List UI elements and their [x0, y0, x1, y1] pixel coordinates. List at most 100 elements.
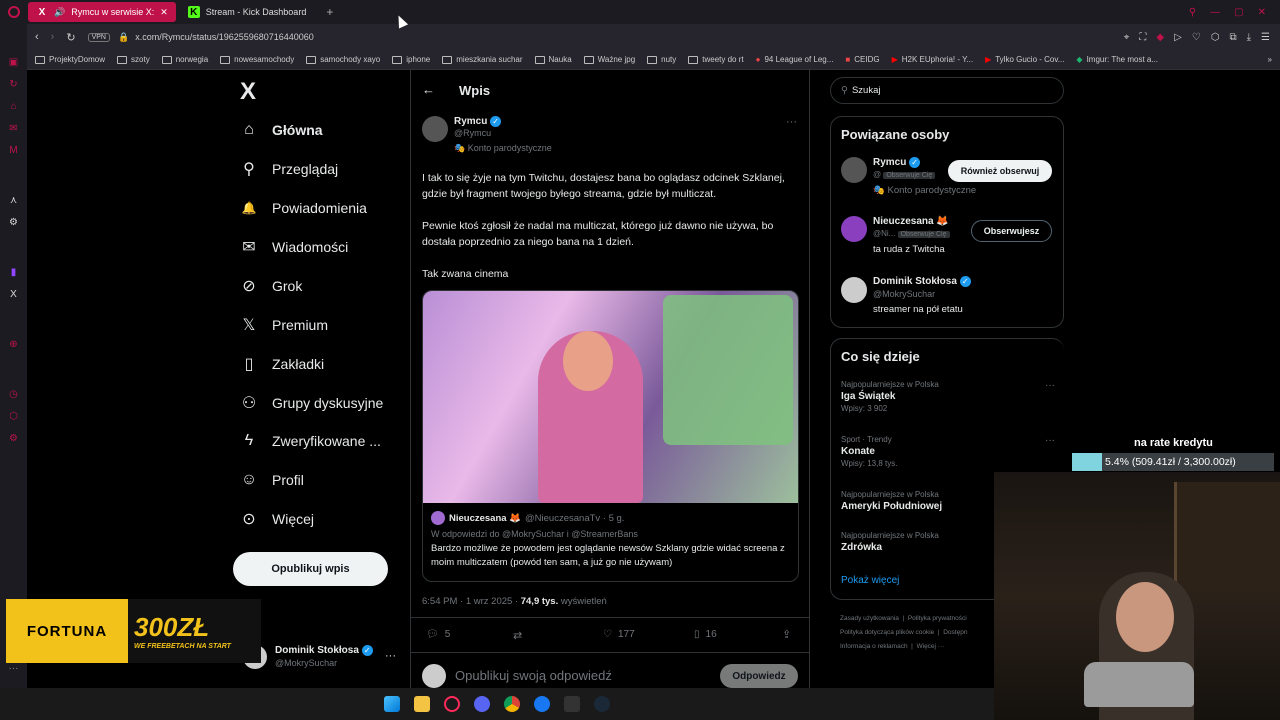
ad-tagline: WE FREEBETACH NA START — [134, 643, 231, 650]
bookmark-item[interactable]: iphone — [392, 55, 430, 64]
windows-start-icon[interactable] — [384, 696, 400, 712]
bookmark-item[interactable]: tweety do rt — [688, 55, 744, 64]
tab-x-post[interactable]: X 🔊 Rymcu w serwisie X: ✕ — [28, 2, 176, 22]
bookmark-item[interactable]: mieszkania suchar — [442, 55, 523, 64]
minimize-icon[interactable]: — — [1210, 7, 1220, 18]
os-taskbar — [0, 688, 994, 720]
menu-icon[interactable]: ☰ — [1261, 32, 1270, 43]
steam-icon[interactable] — [594, 696, 610, 712]
screenshot-icon[interactable]: ⛶ — [1139, 32, 1146, 43]
pin-icon[interactable]: ⌖ — [1124, 32, 1130, 43]
bookmark-item[interactable]: ▶ H2K EUphoria! - Y... — [892, 55, 973, 64]
bookmark-item[interactable]: samochody xayo — [306, 55, 380, 64]
chrome-icon[interactable] — [504, 696, 520, 712]
bookmark-item[interactable]: norwegia — [161, 55, 208, 64]
x-favicon-icon: X — [38, 6, 46, 18]
bookmarks-bar: ProjektyDomow szoty norwegia nowesamocho… — [27, 50, 1280, 70]
reload-icon[interactable]: ↻ — [66, 31, 75, 44]
browser-tabbar: X 🔊 Rymcu w serwisie X: ✕ K Stream - Kic… — [0, 0, 1280, 24]
sidebar-app-icon[interactable]: ⬡ — [9, 412, 19, 422]
sidebar-app-icon[interactable]: ▣ — [9, 58, 19, 68]
sidebar-twitch-icon[interactable]: ▮ — [9, 268, 19, 278]
folder-icon — [534, 55, 545, 64]
search-icon[interactable]: ⚲ — [1189, 7, 1196, 18]
bookmark-item[interactable]: ● 94 League of Leg... — [756, 55, 834, 64]
ad-amount: 300ZŁ — [134, 612, 210, 642]
back-icon[interactable]: ‹ — [35, 31, 39, 43]
close-window-icon[interactable]: ✕ — [1258, 7, 1266, 18]
bookmark-item[interactable]: nuty — [647, 55, 676, 64]
more-bookmarks-icon[interactable]: » — [1268, 55, 1280, 64]
folder-icon — [35, 55, 45, 64]
credit-progress-bar: 5.4% (509.41zł / 3,300.00zł) — [1072, 453, 1274, 471]
vpn-badge[interactable]: VPN — [87, 32, 110, 42]
opera-gx-icon[interactable] — [444, 696, 460, 712]
browser-menu-icon[interactable] — [8, 6, 20, 18]
folder-icon — [647, 55, 658, 64]
x-logo[interactable]: X — [240, 78, 256, 106]
sidebar-app-icon[interactable]: ⌂ — [9, 102, 19, 112]
url-field[interactable]: x.com/Rymcu/status/1962559680716440060 — [135, 32, 314, 42]
shield-icon[interactable]: ◆ — [1156, 32, 1164, 43]
maximize-icon[interactable]: ▢ — [1234, 7, 1243, 18]
webcam-face — [1116, 582, 1174, 652]
fortuna-ad[interactable]: FORTUNA 300ZŁ WE FREEBETACH NA START — [6, 599, 261, 663]
bookmark-item[interactable]: Nauka — [534, 55, 572, 64]
forward-icon[interactable]: › — [51, 31, 55, 43]
youtube-icon: ▶ — [891, 55, 898, 64]
folder-icon — [442, 55, 453, 64]
folder-icon — [161, 55, 172, 64]
sidebar-more-icon[interactable]: ··· — [9, 664, 19, 674]
youtube-icon: ▶ — [985, 55, 992, 64]
kick-favicon-icon: K — [187, 6, 200, 18]
folder-icon — [392, 55, 403, 64]
tab-kick-dashboard[interactable]: K Stream - Kick Dashboard — [180, 2, 315, 22]
bookmark-item[interactable]: ■ CEIDG — [845, 55, 879, 64]
browser-sidebar: ▣ ↻ ⌂ ✉ M ⋏ ⚙ ▮ X ⊕ ◷ ⬡ ⚙ ··· — [0, 24, 27, 688]
file-explorer-icon[interactable] — [414, 696, 430, 712]
folder-icon — [117, 55, 128, 64]
discord-icon[interactable] — [474, 696, 490, 712]
heart-icon[interactable]: ♡ — [1192, 32, 1201, 43]
nav-item-home[interactable]: ⌂ Główna — [240, 115, 322, 145]
new-tab-button[interactable]: + — [326, 5, 333, 19]
webcam-car-model — [1084, 662, 1194, 707]
fortuna-logo: FORTUNA — [6, 599, 128, 663]
messenger-icon[interactable] — [534, 696, 550, 712]
close-tab-icon[interactable]: ✕ — [160, 7, 168, 18]
sidebar-history-icon[interactable]: ◷ — [9, 390, 19, 400]
folder-icon — [583, 55, 594, 64]
sidebar-add-icon[interactable]: ⊕ — [9, 340, 19, 350]
sidebar-app-icon[interactable]: ✉ — [9, 124, 19, 134]
folder-icon — [688, 55, 699, 64]
bookmark-item[interactable]: ◆ Imgur: The most a... — [1076, 55, 1158, 64]
sidebar-x-icon[interactable]: X — [9, 290, 19, 300]
ceidg-icon: ■ — [845, 55, 851, 64]
sidebar-settings-icon[interactable]: ⚙ — [9, 434, 19, 444]
puzzle-icon[interactable]: ⧉ — [1229, 32, 1236, 43]
play-icon[interactable]: ▷ — [1174, 32, 1182, 43]
home-icon: ⌂ — [244, 121, 254, 138]
sidebar-app-icon[interactable]: ↻ — [9, 80, 19, 90]
sidebar-app-icon[interactable]: M — [9, 146, 19, 156]
credit-progress-text: 5.4% (509.41zł / 3,300.00zł) — [1105, 456, 1236, 468]
sidebar-app-icon[interactable]: ⋏ — [9, 196, 19, 206]
extensions-icon[interactable]: ⬡ — [1211, 32, 1220, 43]
speaker-icon: 🔊 — [54, 6, 66, 17]
download-icon[interactable]: ⤓ — [1247, 32, 1251, 43]
folder-icon — [220, 55, 231, 64]
credit-progress-fill — [1072, 453, 1102, 471]
sidebar-app-icon[interactable]: ⚙ — [9, 218, 19, 228]
bookmark-item[interactable]: nowesamochody — [220, 55, 294, 64]
browser-toolbar: ‹ › ↻ VPN 🔒 x.com/Rymcu/status/196255968… — [27, 24, 1280, 50]
bookmark-item[interactable]: ProjektyDomow — [35, 55, 105, 64]
lock-icon: 🔒 — [117, 31, 130, 42]
bookmark-item[interactable]: Ważne jpg — [583, 55, 635, 64]
bookmark-item[interactable]: ▶ Tylko Gucio - Cov... — [985, 55, 1064, 64]
credit-label: na rate kredytu — [1134, 437, 1213, 449]
bookmark-item[interactable]: szoty — [117, 55, 150, 64]
app-icon[interactable] — [564, 696, 580, 712]
league-icon: ● — [755, 55, 761, 64]
folder-icon — [306, 55, 317, 64]
webcam-overlay — [994, 472, 1280, 720]
